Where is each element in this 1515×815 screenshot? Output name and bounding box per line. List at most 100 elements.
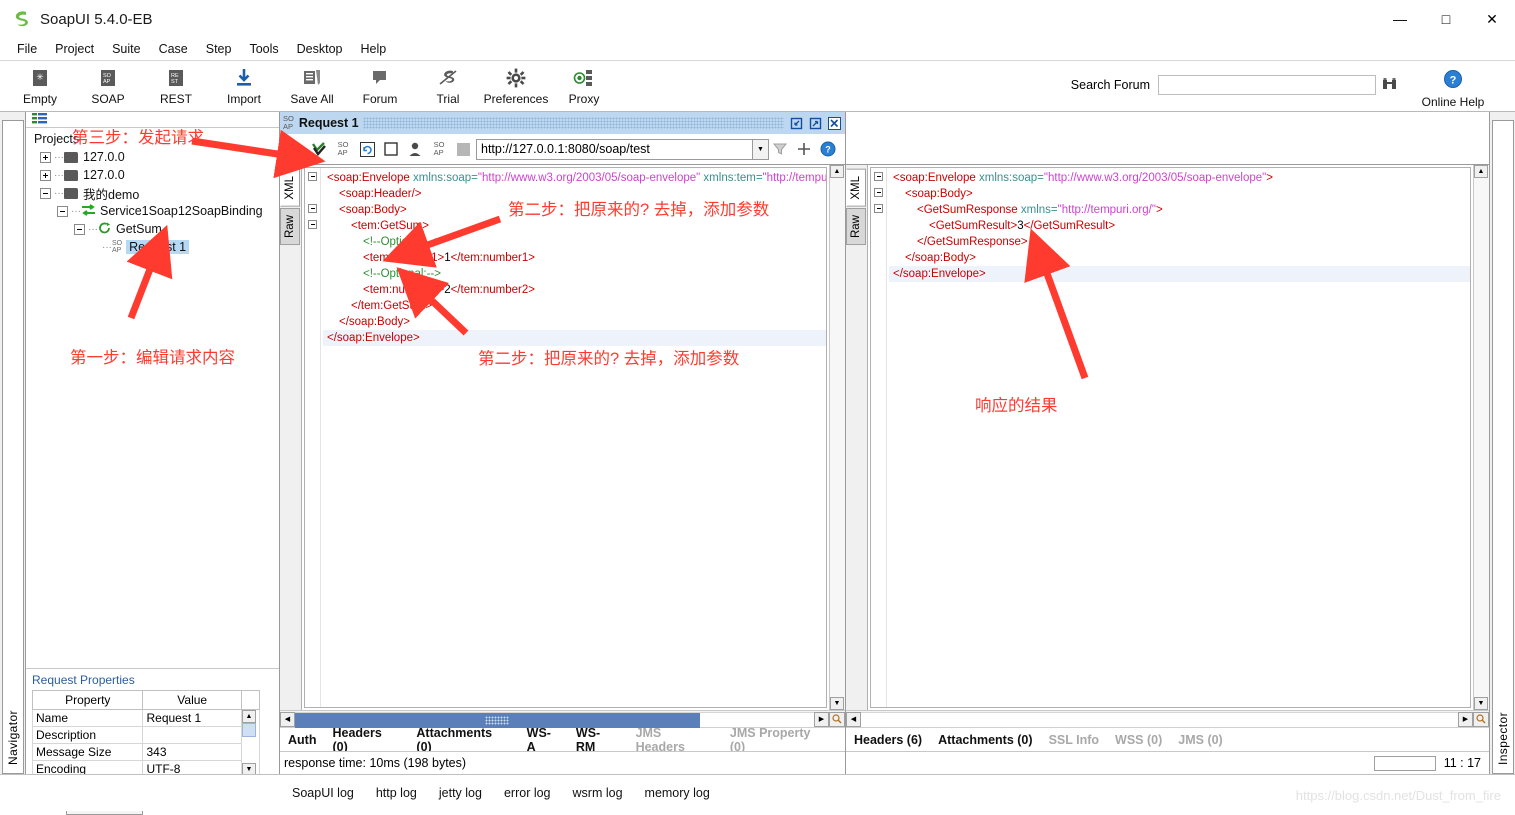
log-tab-memory-log[interactable]: memory log (645, 786, 710, 800)
menu-item-case[interactable]: Case (150, 40, 197, 58)
fold-toggle-icon[interactable] (308, 220, 317, 229)
binoculars-icon[interactable] (1382, 77, 1397, 94)
collapse-toggle-icon[interactable] (57, 205, 68, 217)
log-tab-soapui-log[interactable]: SoapUI log (292, 786, 354, 800)
log-tab-error-log[interactable]: error log (504, 786, 551, 800)
menu-item-desktop[interactable]: Desktop (288, 40, 352, 58)
request-xml-area[interactable]: <soap:Envelope xmlns:soap="http://www.w3… (304, 167, 827, 708)
menu-item-suite[interactable]: Suite (103, 40, 150, 58)
scroll-right-icon[interactable]: ▶ (1458, 711, 1473, 727)
submit-request-icon[interactable] (284, 138, 306, 160)
tab-attachments-0[interactable]: Attachments (0) (938, 733, 1032, 747)
toolbar-button-trial[interactable]: Trial (414, 61, 482, 111)
endpoint-url-input[interactable] (476, 138, 753, 160)
tab-auth[interactable]: Auth (288, 733, 316, 747)
log-tab-jetty-log[interactable]: jetty log (439, 786, 482, 800)
toolbar-button-empty[interactable]: ✳ Empty (6, 61, 74, 111)
tree-item-127-0-0[interactable]: ··· 127.0.0 (32, 166, 279, 184)
view-tab-raw[interactable]: Raw (280, 207, 300, 245)
view-tab-raw[interactable]: Raw (846, 207, 866, 245)
scroll-up-icon[interactable]: ▲ (830, 165, 844, 178)
menu-item-tools[interactable]: Tools (240, 40, 287, 58)
request-fold-gutter[interactable] (305, 168, 321, 707)
log-tab-http-log[interactable]: http log (376, 786, 417, 800)
menu-item-project[interactable]: Project (46, 40, 103, 58)
close-button[interactable]: ✕ (1469, 0, 1515, 38)
close-pane-icon[interactable] (826, 115, 843, 131)
log-tab-wsrm-log[interactable]: wsrm log (573, 786, 623, 800)
toolbar-button-save-all[interactable]: Save All (278, 61, 346, 111)
auth-person-icon[interactable] (404, 138, 426, 160)
toolbar-button-forum[interactable]: Forum (346, 61, 414, 111)
hscroll-track[interactable] (861, 711, 1458, 727)
search-input[interactable] (1158, 75, 1376, 95)
property-value-cell[interactable]: Request 1 (142, 709, 242, 727)
request-hscrollbar[interactable]: ◀ ▶ (280, 710, 845, 728)
toolbar-button-soap[interactable]: SO AP SOAP (74, 61, 142, 111)
expand-toggle-icon[interactable] (40, 151, 51, 163)
collapse-toggle-icon[interactable] (74, 223, 85, 235)
response-hscrollbar[interactable]: ◀ ▶ (846, 710, 1489, 727)
outline-square-icon[interactable] (380, 138, 402, 160)
maximize-pane-icon[interactable] (807, 115, 824, 131)
zoom-corner-icon[interactable] (829, 711, 845, 727)
prop-scroll-thumb[interactable] (241, 723, 256, 737)
zoom-corner-icon[interactable] (1473, 711, 1489, 727)
tree-item-getsum[interactable]: ··· GetSum (32, 220, 279, 238)
menu-item-step[interactable]: Step (197, 40, 241, 58)
tab-ws-rm[interactable]: WS-RM (576, 726, 620, 754)
soap-wsa-icon[interactable]: SO AP (428, 138, 450, 160)
navigator-rail-tab[interactable]: Navigator (1, 120, 24, 774)
navigator-list-icon[interactable] (32, 112, 50, 127)
fold-toggle-icon[interactable] (874, 204, 883, 213)
tab-jms-headers[interactable]: JMS Headers (636, 726, 714, 754)
tree-item-demo[interactable]: ··· 我的demo (32, 184, 279, 202)
scroll-down-icon[interactable]: ▼ (1474, 697, 1488, 710)
tab-wss-0[interactable]: WSS (0) (1115, 733, 1162, 747)
toolbar-button-proxy[interactable]: Proxy (550, 61, 618, 111)
tab-jms-property-0[interactable]: JMS Property (0) (730, 726, 829, 754)
collapse-toggle-icon[interactable] (40, 187, 51, 199)
project-tree[interactable]: Projects ··· 127.0.0 ··· 127.0.0 ··· 我的demo ··… (26, 128, 279, 668)
response-fold-gutter[interactable] (871, 168, 887, 707)
inspector-rail-tab[interactable]: Inspector (1491, 120, 1514, 774)
chevron-down-icon[interactable]: ▼ (753, 138, 769, 160)
recreate-request-icon[interactable] (356, 138, 378, 160)
fold-toggle-icon[interactable] (874, 172, 883, 181)
table-row[interactable]: Description (31, 726, 260, 744)
response-xml-code[interactable]: <soap:Envelope xmlns:soap="http://www.w3… (889, 170, 1470, 282)
hscroll-track[interactable] (295, 711, 814, 728)
tab-jms-0[interactable]: JMS (0) (1178, 733, 1222, 747)
expand-toggle-icon[interactable] (40, 169, 51, 181)
maximize-button[interactable]: □ (1423, 0, 1469, 38)
create-soap-ui-icon[interactable]: SO AP (332, 138, 354, 160)
restore-down-icon[interactable] (788, 115, 805, 131)
property-value-cell[interactable]: 343 (142, 743, 242, 761)
request-vscrollbar[interactable]: ▲ ▼ (829, 165, 845, 710)
online-help-button[interactable]: ? Online Help (1405, 66, 1501, 109)
fold-toggle-icon[interactable] (308, 204, 317, 213)
response-vscrollbar[interactable]: ▲ ▼ (1473, 165, 1489, 710)
hscroll-thumb[interactable] (295, 712, 700, 728)
scroll-left-icon[interactable]: ◀ (846, 711, 861, 727)
scroll-right-icon[interactable]: ▶ (814, 711, 829, 727)
tab-ws-a[interactable]: WS-A (527, 726, 560, 754)
tree-item-127-0-0[interactable]: ··· 127.0.0 (32, 148, 279, 166)
add-endpoint-icon[interactable] (793, 138, 815, 160)
view-tab-xml[interactable]: XML (846, 169, 866, 207)
tab-headers-0[interactable]: Headers (0) (332, 726, 400, 754)
fold-toggle-icon[interactable] (874, 188, 883, 197)
toolbar-button-rest[interactable]: RE ST REST (142, 61, 210, 111)
property-value-cell[interactable] (142, 726, 242, 744)
tree-item-service1soap12soapbinding[interactable]: ··· Service1Soap12SoapBinding (32, 202, 279, 220)
menu-item-file[interactable]: File (8, 40, 46, 58)
response-xml-area[interactable]: <soap:Envelope xmlns:soap="http://www.w3… (870, 167, 1471, 708)
toolbar-button-preferences[interactable]: Preferences (482, 61, 550, 111)
scroll-up-icon[interactable]: ▲ (1474, 165, 1488, 178)
minimize-button[interactable]: — (1377, 0, 1423, 38)
menu-item-help[interactable]: Help (352, 40, 396, 58)
fold-toggle-icon[interactable] (308, 172, 317, 181)
tab-ssl-info[interactable]: SSL Info (1049, 733, 1099, 747)
stop-icon[interactable] (452, 138, 474, 160)
table-row[interactable]: Name Request 1 ▲ ▼ (31, 709, 261, 786)
